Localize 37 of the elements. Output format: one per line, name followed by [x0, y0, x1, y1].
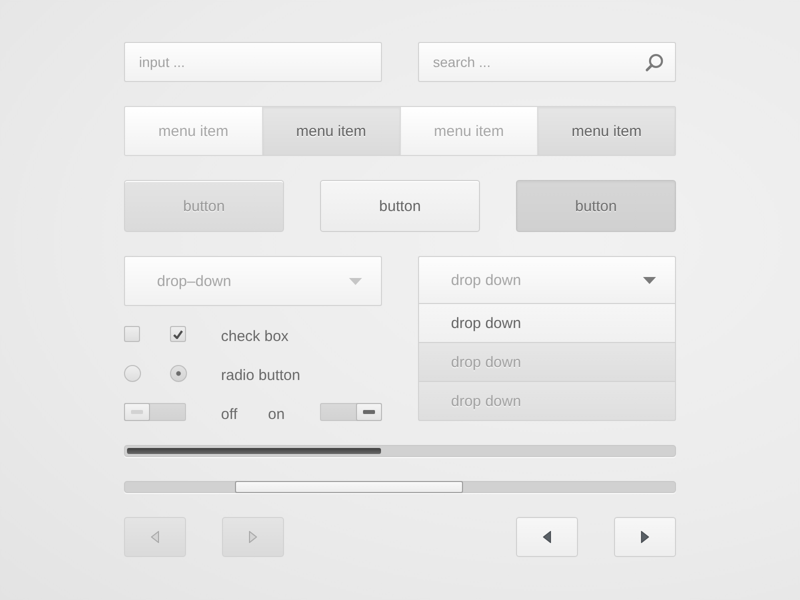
dropdown-option[interactable]: drop down [418, 304, 676, 343]
previous-button[interactable] [516, 517, 578, 557]
next-button[interactable] [614, 517, 676, 557]
dropdown[interactable]: drop down [418, 256, 676, 304]
menu-tab[interactable]: menu item [400, 107, 538, 155]
triangle-right-icon [249, 531, 257, 543]
scrollbar-track[interactable] [124, 481, 676, 493]
checkbox-label: check box [221, 327, 289, 345]
checkbox[interactable] [124, 326, 140, 342]
dropdown-option[interactable]: drop down [418, 343, 676, 382]
caret-icon [349, 278, 362, 284]
scrollbar-thumb[interactable] [235, 481, 463, 493]
checkbox[interactable] [170, 326, 186, 342]
dropdown-option[interactable]: drop down [418, 382, 676, 421]
toggle-label: off [221, 405, 238, 423]
triangle-left-icon [543, 531, 551, 543]
menu-tab[interactable]: menu item [537, 107, 675, 155]
toggle-switch[interactable] [124, 403, 186, 421]
button[interactable]: button [320, 180, 480, 232]
triangle-left-icon [151, 531, 159, 543]
toggle-label: on [268, 405, 286, 423]
check-icon [173, 330, 183, 338]
toggle-switch[interactable] [320, 403, 382, 421]
dropdown[interactable]: drop–down [124, 256, 382, 306]
caret-icon [643, 276, 656, 284]
search-icon[interactable] [645, 53, 664, 72]
menu-tab[interactable]: menu item [125, 107, 262, 155]
triangle-right-icon [641, 531, 649, 543]
toggle-knob[interactable] [356, 403, 382, 421]
radio-button[interactable] [124, 364, 141, 382]
input-field[interactable]: input ... [124, 42, 382, 82]
search-field[interactable]: search ... [418, 42, 676, 82]
radio-button[interactable] [170, 364, 187, 382]
menu-tab[interactable]: menu item [262, 107, 400, 155]
toggle-knob[interactable] [124, 403, 150, 421]
radio-label: radio button [221, 366, 300, 384]
button[interactable]: button [516, 180, 676, 232]
